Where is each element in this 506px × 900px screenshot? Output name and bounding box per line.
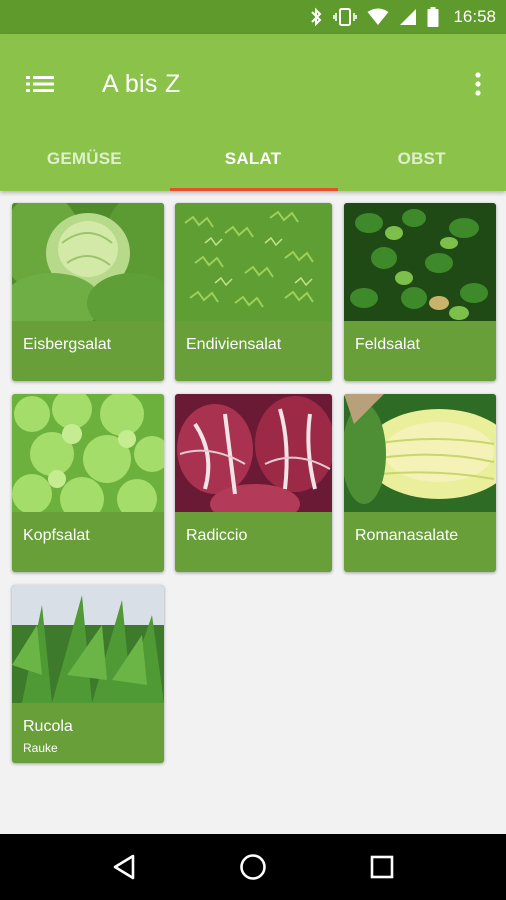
tab-obst[interactable]: OBST bbox=[337, 126, 506, 191]
card-image bbox=[344, 394, 496, 512]
card-image bbox=[175, 203, 332, 321]
status-bar: 16:58 bbox=[0, 0, 506, 34]
tab-salat[interactable]: SALAT bbox=[169, 126, 338, 191]
tab-indicator bbox=[170, 188, 338, 191]
card-label: Eisbergsalat bbox=[23, 336, 112, 353]
signal-icon bbox=[399, 8, 417, 26]
card-label: Radiccio bbox=[186, 527, 248, 544]
card-eisbergsalat[interactable]: Eisbergsalat bbox=[12, 203, 164, 381]
card-radiccio[interactable]: Radiccio bbox=[175, 394, 332, 572]
card-image bbox=[344, 203, 496, 321]
card-image bbox=[175, 394, 332, 512]
tab-bar: GEMÜSE SALAT OBST bbox=[0, 126, 506, 191]
card-image bbox=[12, 394, 164, 512]
card-feldsalat[interactable]: Feldsalat bbox=[344, 203, 496, 381]
navigation-bar bbox=[0, 834, 506, 900]
app-title: A bis Z bbox=[102, 70, 181, 98]
card-image bbox=[12, 203, 164, 321]
card-label: Romanasalate bbox=[355, 527, 459, 544]
bluetooth-icon bbox=[309, 7, 323, 27]
card-sublabel: Rauke bbox=[23, 741, 58, 755]
card-image bbox=[12, 585, 164, 703]
card-label: Rucola bbox=[23, 718, 73, 735]
wifi-icon bbox=[367, 8, 389, 26]
card-rucola[interactable]: Rucola Rauke bbox=[12, 585, 164, 763]
battery-icon bbox=[427, 7, 439, 27]
more-vert-icon[interactable] bbox=[466, 70, 490, 98]
card-label: Endiviensalat bbox=[186, 336, 282, 353]
home-icon[interactable] bbox=[233, 847, 273, 887]
status-icons: 16:58 bbox=[309, 0, 496, 34]
back-icon[interactable] bbox=[104, 847, 144, 887]
card-label: Feldsalat bbox=[355, 336, 420, 353]
card-romanasalate[interactable]: Romanasalate bbox=[344, 394, 496, 572]
tab-gemuese[interactable]: GEMÜSE bbox=[0, 126, 169, 191]
list-icon[interactable] bbox=[24, 68, 56, 100]
app-bar: A bis Z GEMÜSE SALAT OBST bbox=[0, 34, 506, 191]
card-label: Kopfsalat bbox=[23, 527, 90, 544]
card-kopfsalat[interactable]: Kopfsalat bbox=[12, 394, 164, 572]
vibrate-icon bbox=[333, 7, 358, 27]
recents-icon[interactable] bbox=[362, 847, 402, 887]
card-endiviensalat[interactable]: Endiviensalat bbox=[175, 203, 332, 381]
status-time: 16:58 bbox=[453, 7, 496, 26]
